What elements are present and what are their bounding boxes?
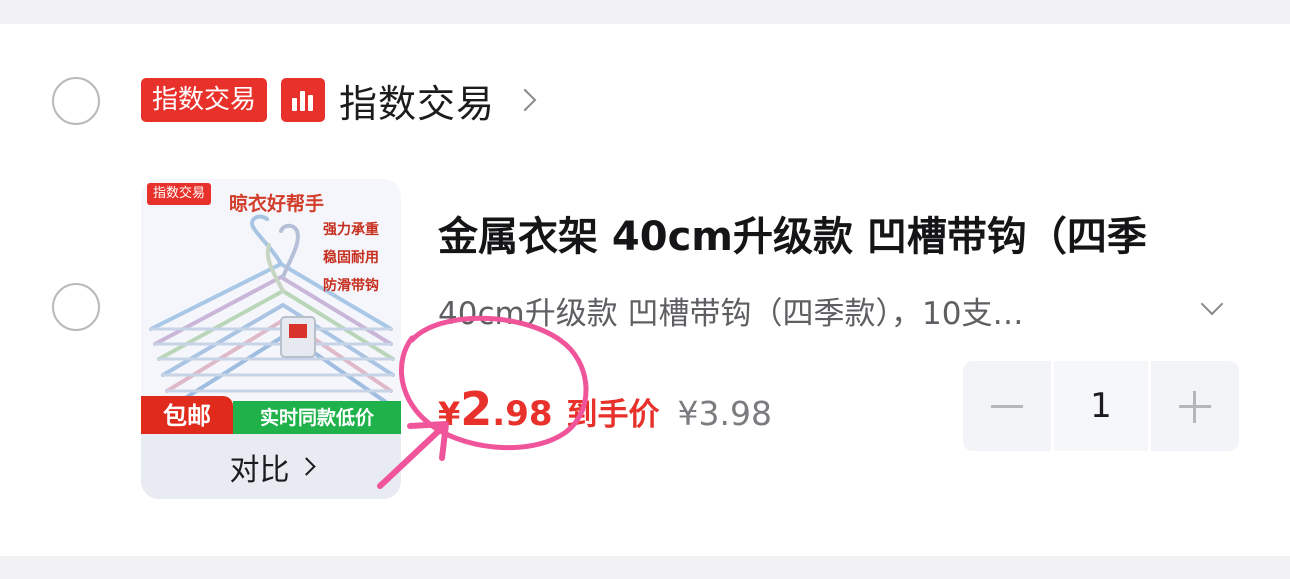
thumbnail-feature: 稳固耐用 [323,250,379,266]
original-price: ¥3.98 [677,394,772,433]
shop-name[interactable]: 指数交易 [339,73,495,128]
price-decimal: .98 [492,394,553,434]
spec-text: 40cm升级款 凹槽带钩（四季款），10支… [438,296,1024,332]
decrease-button[interactable] [963,361,1051,451]
thumbnail-tag: 指数交易 [147,183,212,205]
price-row: ¥ 2 .98 到手价 ¥3.98 [438,382,772,442]
compare-button[interactable]: 对比 [141,434,401,499]
thumbnail-feature: 强力承重 [323,222,379,238]
cart-item-card: 指数交易 指数交易 指数交易 晾衣好帮手 强力承重 稳固耐用 防滑带钩 包邮 实… [0,24,1290,556]
increase-button[interactable] [1151,361,1239,451]
thumbnail-feature: 防滑带钩 [323,278,379,294]
thumbnail-headline: 晾衣好帮手 [229,193,325,215]
price-integer: 2 [460,382,493,436]
product-title[interactable]: 金属衣架 40cm升级款 凹槽带钩（四季 [438,204,1238,262]
shop-header[interactable]: 指数交易 指数交易 [141,78,537,126]
quantity-value[interactable]: 1 [1051,361,1151,451]
shop-type-badge: 指数交易 [141,78,268,122]
chevron-right-icon [296,457,316,476]
compare-label: 对比 [229,452,290,488]
quantity-stepper[interactable]: 1 [963,361,1239,451]
price-currency: ¥ [438,395,461,433]
item-select-radio[interactable] [52,283,100,331]
spec-selector[interactable]: 40cm升级款 凹槽带钩（四季款），10支… [438,288,1238,332]
chevron-down-icon[interactable] [1200,292,1224,316]
chevron-right-icon[interactable] [513,88,537,112]
low-price-badge: 实时同款低价 [233,401,401,435]
bar-chart-icon [281,78,326,122]
final-price-label: 到手价 [566,397,660,433]
product-thumbnail[interactable]: 指数交易 晾衣好帮手 强力承重 稳固耐用 防滑带钩 包邮 实时同款低价 对比 [141,179,401,499]
shop-select-radio[interactable] [52,77,100,125]
minus-icon [991,405,1023,408]
free-shipping-badge: 包邮 [141,396,233,436]
